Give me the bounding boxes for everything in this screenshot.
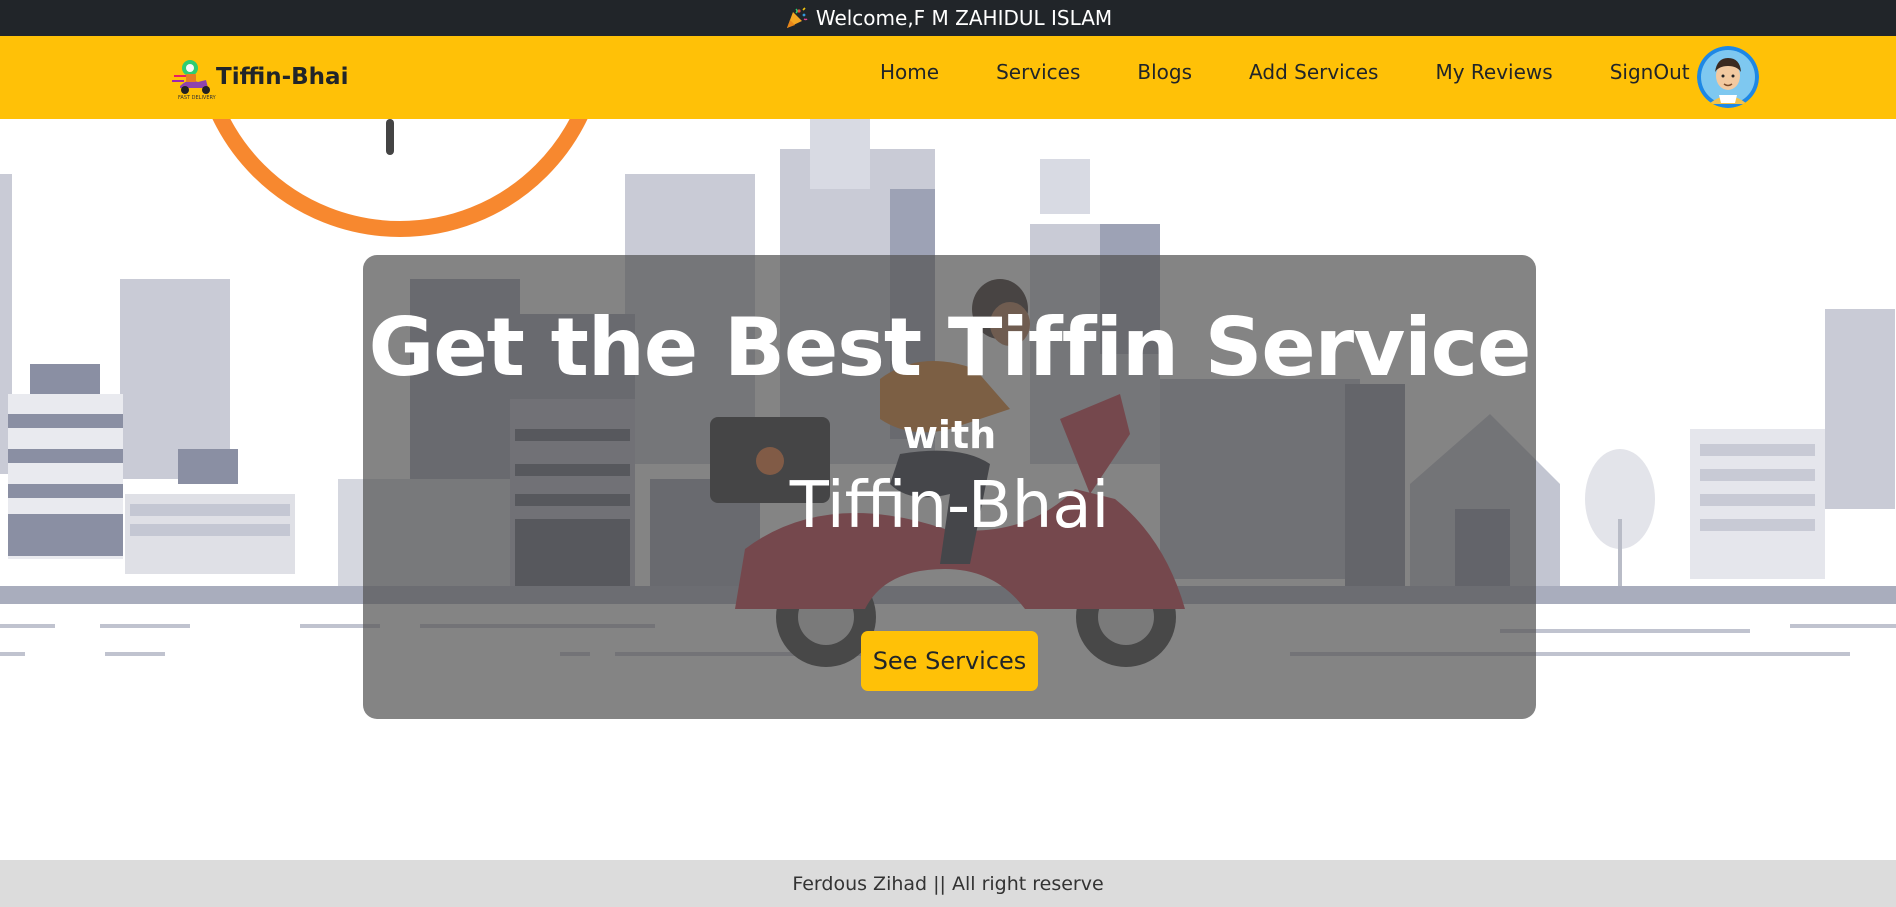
footer: Ferdous Zihad || All right reserve bbox=[0, 860, 1896, 907]
svg-text:FAST DELIVERY: FAST DELIVERY bbox=[178, 95, 217, 100]
navbar: FAST DELIVERY Tiffin-Bhai Home Services … bbox=[0, 36, 1896, 119]
brand-name: Tiffin-Bhai bbox=[216, 64, 349, 90]
nav-link-add-services[interactable]: Add Services bbox=[1249, 60, 1378, 84]
nav-link-home[interactable]: Home bbox=[880, 60, 939, 84]
hero-subtitle: with bbox=[902, 413, 997, 457]
see-services-button[interactable]: See Services bbox=[861, 631, 1038, 691]
user-avatar[interactable] bbox=[1697, 46, 1759, 108]
nav-link-signout[interactable]: SignOut bbox=[1610, 60, 1690, 84]
hero-card: Get the Best Tiffin Service with Tiffin-… bbox=[363, 255, 1536, 719]
hero-brand-name: Tiffin-Bhai bbox=[789, 469, 1110, 543]
welcome-bar: Welcome,F M ZAHIDUL ISLAM bbox=[0, 0, 1896, 36]
footer-text: Ferdous Zihad || All right reserve bbox=[792, 872, 1104, 895]
nav-link-services[interactable]: Services bbox=[996, 60, 1080, 84]
nav-link-my-reviews[interactable]: My Reviews bbox=[1435, 60, 1552, 84]
nav-links: Home Services Blogs Add Services My Revi… bbox=[880, 36, 1747, 108]
hero-section: Get the Best Tiffin Service with Tiffin-… bbox=[0, 119, 1896, 860]
welcome-text: Welcome,F M ZAHIDUL ISLAM bbox=[815, 6, 1113, 30]
delivery-scooter-logo-icon: FAST DELIVERY bbox=[170, 54, 220, 101]
hero-title: Get the Best Tiffin Service bbox=[368, 301, 1532, 394]
brand-link[interactable]: FAST DELIVERY Tiffin-Bhai bbox=[170, 54, 349, 101]
party-popper-icon bbox=[784, 6, 808, 30]
user-avatar-icon bbox=[1697, 46, 1759, 108]
nav-link-blogs[interactable]: Blogs bbox=[1137, 60, 1192, 84]
